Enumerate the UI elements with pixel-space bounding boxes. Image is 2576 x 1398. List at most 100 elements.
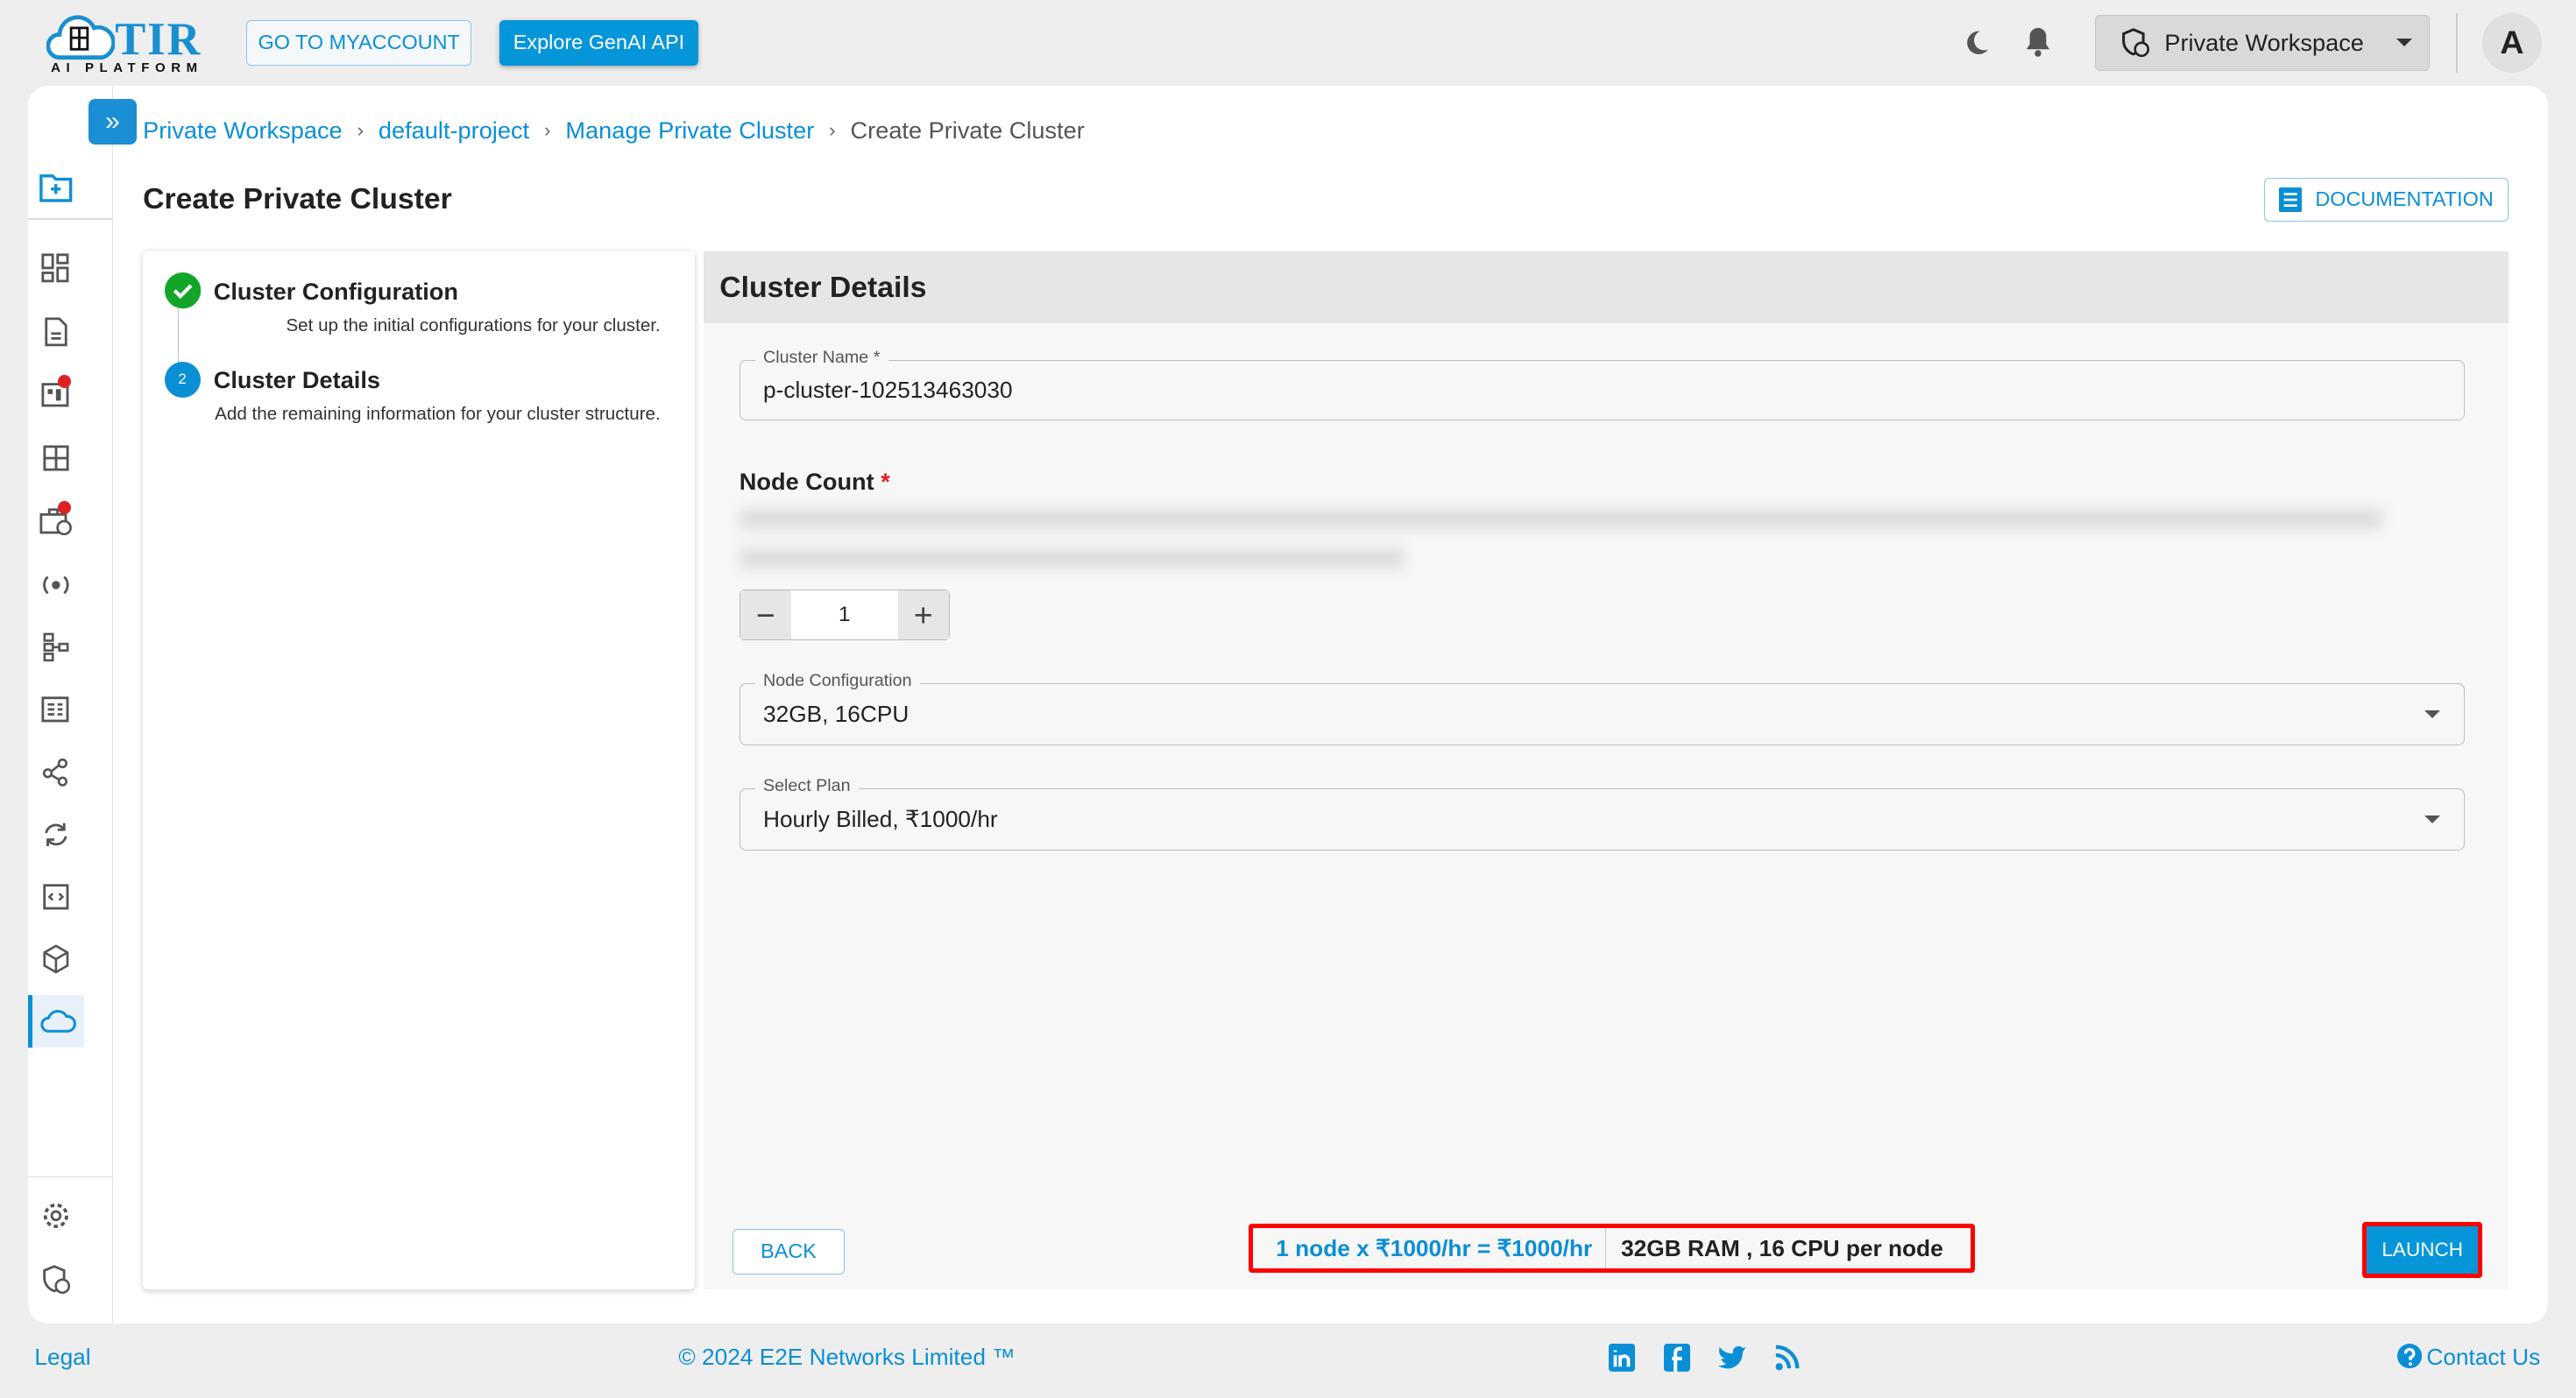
cluster-name-input[interactable]: Cluster Name * p-cluster-102513463030 xyxy=(739,347,2465,420)
logo-subtitle: AI PLATFORM xyxy=(51,60,203,76)
linkedin-icon[interactable] xyxy=(1608,1343,1635,1372)
label-text: Node Count xyxy=(739,468,874,496)
shield-icon xyxy=(43,1265,71,1294)
sidebar-item-apps[interactable] xyxy=(28,432,84,484)
step-title: Cluster Details xyxy=(213,366,381,394)
panel-heading: Cluster Details xyxy=(703,251,2509,324)
help-icon xyxy=(2396,1343,2422,1368)
step-number-badge: 2 xyxy=(164,361,201,398)
workspace-label: Private Workspace xyxy=(2164,28,2364,56)
sync-icon xyxy=(45,823,67,846)
node-count-stepper: − 1 + xyxy=(739,590,950,641)
workspace-shield-icon xyxy=(2122,28,2149,58)
breadcrumb-separator: › xyxy=(357,119,364,142)
contact-us-label: Contact Us xyxy=(2426,1344,2541,1371)
sidebar-item-inference[interactable] xyxy=(28,559,84,611)
step-description: Set up the initial configurations for yo… xyxy=(286,315,661,335)
field-value: 32GB, 16CPU xyxy=(763,701,909,728)
sidebar-item-api[interactable] xyxy=(28,871,84,923)
field-label: Node Configuration xyxy=(754,671,920,691)
cloud-logo-icon xyxy=(46,15,116,60)
node-count-label: Node Count * xyxy=(740,468,890,496)
document-icon xyxy=(45,317,67,347)
field-label: Cluster Name * xyxy=(754,347,888,368)
blurred-description xyxy=(739,548,1405,568)
breadcrumb-link[interactable]: default-project xyxy=(379,116,529,145)
sidebar-item-share[interactable] xyxy=(28,745,84,798)
sidebar-item-pipelines[interactable] xyxy=(28,621,84,674)
field-value: Hourly Billed, ₹1000/hr xyxy=(763,806,998,833)
documentation-label: DOCUMENTATION xyxy=(2315,187,2494,211)
increment-button[interactable]: + xyxy=(897,590,949,640)
sidebar-item-security[interactable] xyxy=(28,1253,84,1306)
sidebar-divider xyxy=(27,218,114,221)
twitter-icon[interactable] xyxy=(1716,1344,1748,1372)
avatar[interactable]: A xyxy=(2482,13,2542,73)
dashboard-icon xyxy=(41,253,69,283)
back-button[interactable]: BACK xyxy=(732,1228,845,1274)
node-count-input[interactable]: 1 xyxy=(791,590,898,639)
sidebar-item-datasets[interactable] xyxy=(28,368,84,420)
notification-dot xyxy=(57,374,71,388)
share-nodes-icon xyxy=(42,759,67,787)
rss-icon[interactable] xyxy=(1774,1344,1801,1372)
copyright: © 2024 E2E Networks Limited ™ xyxy=(678,1343,1016,1370)
sidebar-item-models[interactable] xyxy=(28,933,84,985)
page-title: Create Private Cluster xyxy=(143,182,452,216)
sidebar-item-sync[interactable] xyxy=(28,808,84,861)
step-description: Add the remaining information for your c… xyxy=(215,404,661,425)
field-label: Select Plan xyxy=(754,776,859,796)
check-circle-icon xyxy=(164,272,201,309)
dropdown-arrow-icon xyxy=(2424,816,2441,823)
sidebar-item-vector-db[interactable] xyxy=(28,683,84,736)
sidebar-item-notebooks[interactable] xyxy=(28,306,84,358)
breadcrumb: Private Workspace › default-project › Mana… xyxy=(143,116,1085,145)
go-to-myaccount-button[interactable]: GO TO MYACCOUNT xyxy=(246,19,472,66)
divider xyxy=(2456,13,2458,73)
cost-summary-box: 1 node x ₹1000/hr = ₹1000/hr 32GB RAM , … xyxy=(1249,1223,1975,1274)
cost-summary: 1 node x ₹1000/hr = ₹1000/hr xyxy=(1253,1227,1607,1269)
grid-icon xyxy=(43,445,69,471)
sidebar-item-scheduled-jobs[interactable] xyxy=(28,494,84,547)
sidebar-item-dashboard[interactable] xyxy=(28,242,84,294)
explore-genai-api-button[interactable]: Explore GenAI API xyxy=(499,19,698,66)
spec-summary: 32GB RAM , 16 CPU per node xyxy=(1621,1234,1943,1261)
sidebar-item-private-cluster[interactable] xyxy=(27,995,84,1048)
breadcrumb-current: Create Private Cluster xyxy=(850,116,1085,145)
select-plan-dropdown[interactable]: Select Plan Hourly Billed, ₹1000/hr xyxy=(739,776,2465,851)
launch-button[interactable]: LAUNCH xyxy=(2362,1222,2483,1278)
notification-dot xyxy=(57,500,71,514)
legal-link[interactable]: Legal xyxy=(34,1344,90,1371)
breadcrumb-separator: › xyxy=(829,119,836,142)
contact-us-link[interactable]: Contact Us xyxy=(2396,1343,2541,1372)
folder-plus-icon xyxy=(39,173,73,202)
dropdown-arrow-icon xyxy=(2424,710,2441,718)
logo-title: TIR xyxy=(115,14,202,65)
inference-icon xyxy=(43,575,69,594)
blurred-description xyxy=(739,509,2382,529)
documentation-button[interactable]: DOCUMENTATION xyxy=(2263,177,2509,222)
cube-icon xyxy=(43,944,69,974)
breadcrumb-link[interactable]: Private Workspace xyxy=(143,116,343,145)
breadcrumb-link[interactable]: Manage Private Cluster xyxy=(565,116,814,145)
notification-bell-icon[interactable] xyxy=(2024,26,2052,58)
workspace-selector[interactable]: Private Workspace xyxy=(2094,14,2431,71)
tir-logo[interactable]: TIR AI PLATFORM xyxy=(46,13,211,75)
sidebar-divider xyxy=(27,1176,114,1178)
breadcrumb-separator: › xyxy=(543,119,551,142)
decrement-button[interactable]: − xyxy=(740,590,791,640)
document-list-icon xyxy=(2279,187,2303,212)
sidebar-item-settings[interactable] xyxy=(28,1190,84,1242)
node-configuration-select[interactable]: Node Configuration 32GB, 16CPU xyxy=(739,671,2465,746)
sidebar-item-new-project[interactable] xyxy=(28,161,84,214)
step-title: Cluster Configuration xyxy=(213,277,459,305)
pipeline-icon xyxy=(43,632,69,662)
code-icon xyxy=(43,884,69,910)
chevron-down-icon xyxy=(2396,39,2413,46)
dark-mode-moon-icon[interactable] xyxy=(1962,28,1992,58)
facebook-icon[interactable] xyxy=(1664,1343,1691,1372)
cloud-icon xyxy=(40,1010,76,1033)
database-icon xyxy=(41,696,69,723)
expand-sidebar-button[interactable]: » xyxy=(88,98,137,145)
gear-icon xyxy=(43,1203,68,1228)
